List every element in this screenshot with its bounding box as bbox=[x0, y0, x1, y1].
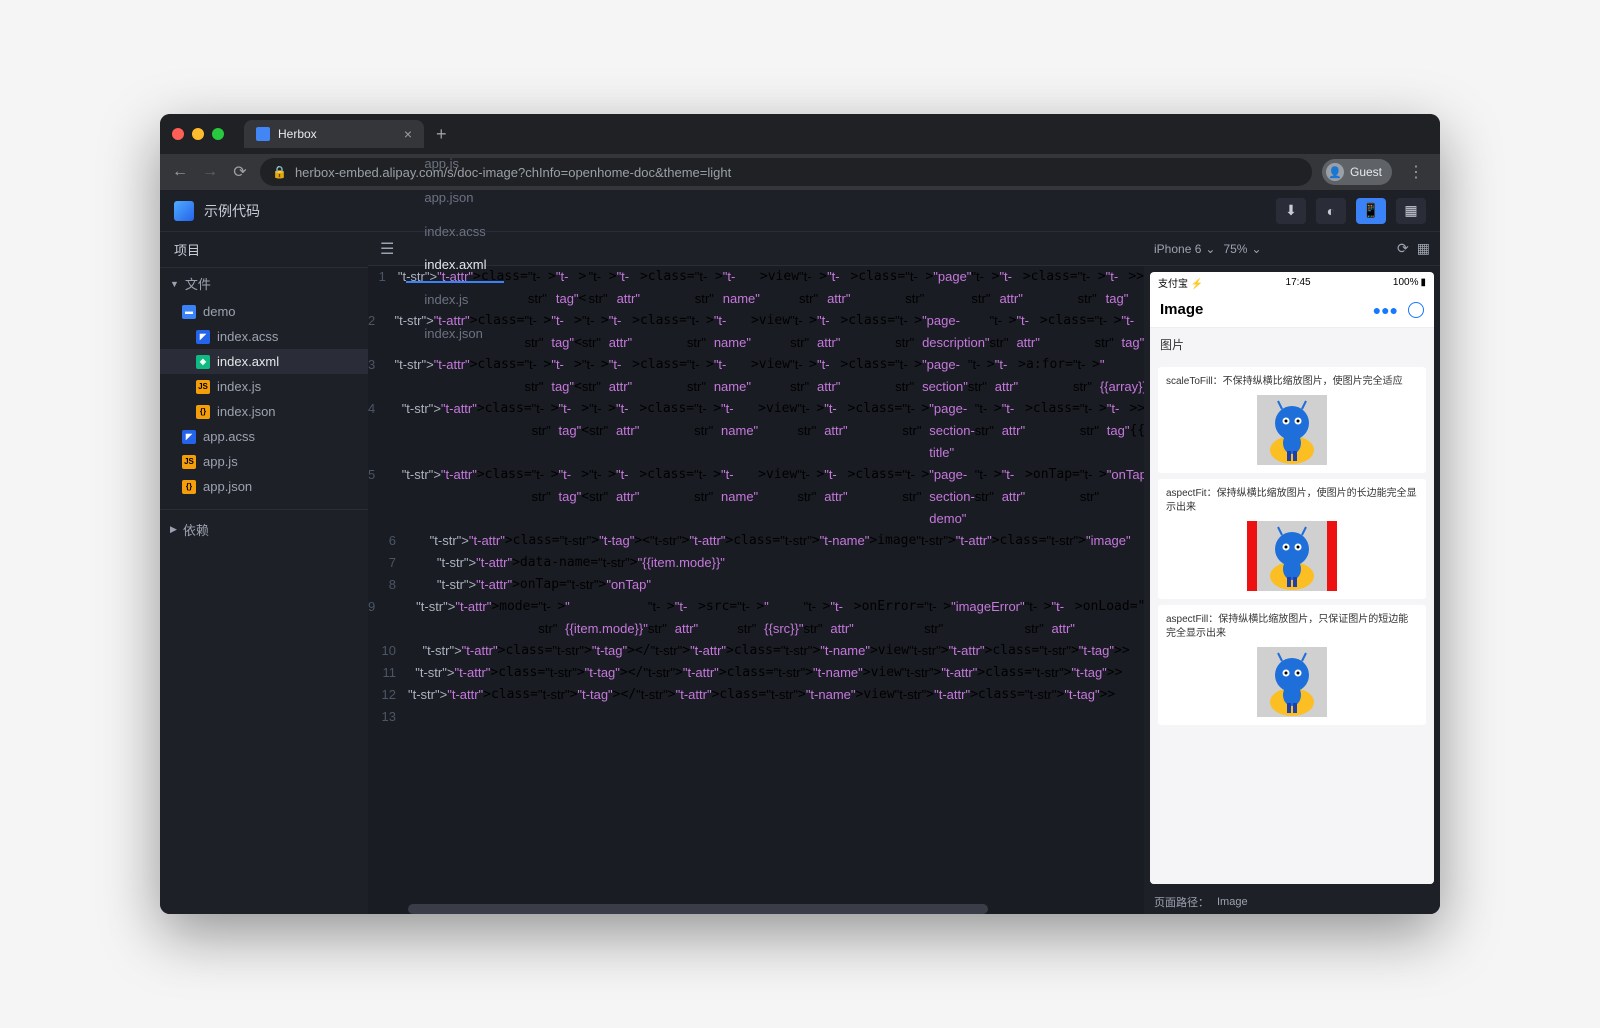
image-section: scaleToFill：不保持纵横比缩放图片，使图片完全适应 bbox=[1158, 367, 1426, 473]
close-circle-icon[interactable] bbox=[1408, 302, 1424, 318]
phone-description: 图片 bbox=[1150, 328, 1434, 361]
tab-favicon bbox=[256, 127, 270, 141]
window-close[interactable] bbox=[172, 128, 184, 140]
titlebar: Herbox × + bbox=[160, 114, 1440, 154]
code-line[interactable]: 4 "t-str">"t-attr">class="t-str">"t-tag"… bbox=[368, 398, 1144, 464]
image-section: aspectFill：保持纵横比缩放图片，只保证图片的短边能完全显示出来 bbox=[1158, 605, 1426, 725]
sidebar-files-section[interactable]: ▼ 文件 bbox=[160, 268, 368, 299]
horizontal-scrollbar[interactable] bbox=[368, 904, 1144, 914]
preview-footer: 页面路径： Image bbox=[1144, 890, 1440, 914]
code-editor[interactable]: 1"t-str">"t-attr">class="t-str">"t-tag">… bbox=[368, 266, 1144, 904]
sidebar-file-index-json[interactable]: {}index.json bbox=[160, 399, 368, 424]
urlbar-row: ← → ⟳ 🔒 herbox-embed.alipay.com/s/doc-im… bbox=[160, 154, 1440, 190]
editor-tab-index-acss[interactable]: index.acss bbox=[406, 215, 504, 249]
mascot-image bbox=[1257, 395, 1327, 465]
forward-button[interactable]: → bbox=[200, 163, 220, 181]
file-icon: JS bbox=[182, 455, 196, 469]
file-icon: ◤ bbox=[182, 430, 196, 444]
editor-tab-app-json[interactable]: app.json bbox=[406, 181, 504, 215]
code-line[interactable]: 9 "t-str">"t-attr">mode="t-str">"{{item.… bbox=[368, 596, 1144, 640]
code-line[interactable]: 6 "t-str">"t-attr">class="t-str">"t-tag"… bbox=[368, 530, 1144, 552]
sidebar-file-app-json[interactable]: {}app.json bbox=[160, 474, 368, 499]
sidebar-deps-label: 依赖 bbox=[183, 520, 209, 539]
app-logo-icon bbox=[174, 201, 194, 221]
sidebar-file-index-acss[interactable]: ◤index.acss bbox=[160, 324, 368, 349]
sidebar-folder-demo[interactable]: ▬ demo bbox=[160, 299, 368, 324]
url-text: herbox-embed.alipay.com/s/doc-image?chIn… bbox=[295, 165, 731, 180]
sidebar: 项目 ▼ 文件 ▬ demo ◤index.acss◈index.axmlJSi… bbox=[160, 232, 368, 914]
chevron-right-icon: ▶ bbox=[170, 524, 177, 535]
image-section: aspectFit：保持纵横比缩放图片，使图片的长边能完全显示出来 bbox=[1158, 479, 1426, 599]
sidebar-file-index-axml[interactable]: ◈index.axml bbox=[160, 349, 368, 374]
code-line[interactable]: 12"t-str">"t-attr">class="t-str">"t-tag"… bbox=[368, 684, 1144, 706]
code-line[interactable]: 3 "t-str">"t-attr">class="t-str">"t-tag"… bbox=[368, 354, 1144, 398]
file-icon: ◈ bbox=[196, 355, 210, 369]
section-title: scaleToFill：不保持纵横比缩放图片，使图片完全适应 bbox=[1166, 375, 1418, 389]
app-title: 示例代码 bbox=[204, 201, 260, 221]
file-icon: {} bbox=[196, 405, 210, 419]
grid-icon[interactable]: ▦ bbox=[1417, 240, 1430, 257]
sidebar-file-app-acss[interactable]: ◤app.acss bbox=[160, 424, 368, 449]
code-line[interactable]: 8 "t-str">"t-attr">onTap="t-str">"onTap" bbox=[368, 574, 1144, 596]
code-line[interactable]: 5 "t-str">"t-attr">class="t-str">"t-tag"… bbox=[368, 464, 1144, 530]
editor-tabs: ☰ app.jsapp.jsonindex.acssindex.axmlinde… bbox=[368, 232, 1144, 266]
phone-preview: 支付宝 ⚡ 17:45 100% ▮ Image ●●● 图片 scaleToF… bbox=[1150, 272, 1434, 884]
tab-title: Herbox bbox=[278, 127, 317, 141]
menu-icon[interactable]: ☰ bbox=[368, 239, 406, 259]
file-icon: {} bbox=[182, 480, 196, 494]
file-icon: ◤ bbox=[196, 330, 210, 344]
sidebar-project-label: 项目 bbox=[160, 232, 368, 268]
theme-button[interactable]: ◐ bbox=[1316, 198, 1346, 224]
more-icon[interactable]: ●●● bbox=[1373, 302, 1398, 318]
editor-area: ☰ app.jsapp.jsonindex.acssindex.axmlinde… bbox=[368, 232, 1144, 914]
zoom-select[interactable]: 75% ⌄ bbox=[1223, 242, 1261, 256]
lock-icon: 🔒 bbox=[272, 165, 287, 179]
browser-menu-button[interactable]: ⋮ bbox=[1402, 162, 1430, 182]
code-line[interactable]: 11 "t-str">"t-attr">class="t-str">"t-tag… bbox=[368, 662, 1144, 684]
reload-button[interactable]: ⟳ bbox=[230, 162, 250, 182]
sidebar-file-index-js[interactable]: JSindex.js bbox=[160, 374, 368, 399]
refresh-icon[interactable]: ⟳ bbox=[1397, 240, 1409, 257]
code-line[interactable]: 13 bbox=[368, 706, 1144, 728]
tab-close-icon[interactable]: × bbox=[404, 126, 412, 142]
section-title: aspectFill：保持纵横比缩放图片，只保证图片的短边能完全显示出来 bbox=[1166, 613, 1418, 641]
chevron-down-icon: ⌄ bbox=[1205, 242, 1215, 256]
code-line[interactable]: 10 "t-str">"t-attr">class="t-str">"t-tag… bbox=[368, 640, 1144, 662]
code-line[interactable]: 1"t-str">"t-attr">class="t-str">"t-tag">… bbox=[368, 266, 1144, 310]
phone-nav-title: Image bbox=[1160, 301, 1203, 318]
profile-button[interactable]: 👤 Guest bbox=[1322, 159, 1392, 185]
app-header: 示例代码 ⬇ ◐ 📱 ▦ bbox=[160, 190, 1440, 232]
folder-icon: ▬ bbox=[182, 305, 196, 319]
new-tab-button[interactable]: + bbox=[428, 124, 455, 145]
avatar-icon: 👤 bbox=[1326, 163, 1344, 181]
download-button[interactable]: ⬇ bbox=[1276, 198, 1306, 224]
window-minimize[interactable] bbox=[192, 128, 204, 140]
back-button[interactable]: ← bbox=[170, 163, 190, 181]
mascot-image bbox=[1257, 647, 1327, 717]
sidebar-file-app-js[interactable]: JSapp.js bbox=[160, 449, 368, 474]
chevron-down-icon: ▼ bbox=[170, 279, 179, 289]
profile-label: Guest bbox=[1350, 165, 1382, 179]
chevron-down-icon: ⌄ bbox=[1251, 242, 1261, 256]
file-icon: JS bbox=[196, 380, 210, 394]
preview-pane: iPhone 6 ⌄ 75% ⌄ ⟳ ▦ 支付宝 ⚡ 17:45 100% ▮ bbox=[1144, 232, 1440, 914]
section-title: aspectFit：保持纵横比缩放图片，使图片的长边能完全显示出来 bbox=[1166, 487, 1418, 515]
code-line[interactable]: 2 "t-str">"t-attr">class="t-str">"t-tag"… bbox=[368, 310, 1144, 354]
battery-icon: ▮ bbox=[1420, 277, 1426, 288]
phone-body[interactable]: 图片 scaleToFill：不保持纵横比缩放图片，使图片完全适应 aspectF… bbox=[1150, 328, 1434, 884]
sidebar-files-label: 文件 bbox=[185, 274, 211, 293]
sidebar-deps-section[interactable]: ▶ 依赖 bbox=[160, 509, 368, 545]
device-select[interactable]: iPhone 6 ⌄ bbox=[1154, 242, 1215, 256]
browser-tab[interactable]: Herbox × bbox=[244, 120, 424, 148]
window-maximize[interactable] bbox=[212, 128, 224, 140]
mascot-image bbox=[1257, 521, 1327, 591]
phone-nav-bar: Image ●●● bbox=[1150, 292, 1434, 328]
grid-button[interactable]: ▦ bbox=[1396, 198, 1426, 224]
code-line[interactable]: 7 "t-str">"t-attr">data-name="t-str">"{{… bbox=[368, 552, 1144, 574]
device-button[interactable]: 📱 bbox=[1356, 198, 1386, 224]
editor-tab-app-js[interactable]: app.js bbox=[406, 147, 504, 181]
phone-status-bar: 支付宝 ⚡ 17:45 100% ▮ bbox=[1150, 272, 1434, 292]
scrollbar-thumb[interactable] bbox=[408, 904, 988, 914]
